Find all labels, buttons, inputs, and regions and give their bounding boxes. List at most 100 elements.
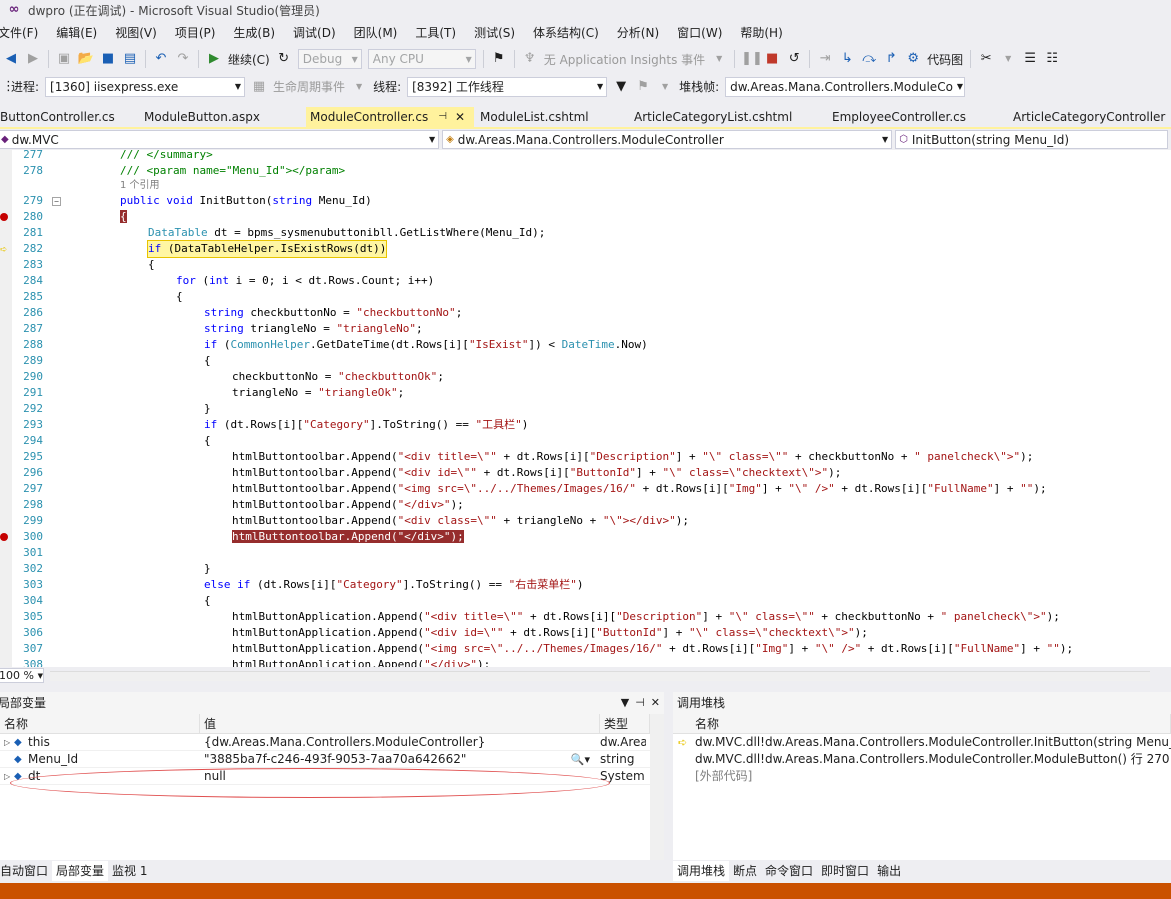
tab-locals[interactable]: 局部变量 (52, 861, 109, 881)
stack-frame-row[interactable]: ➪ dw.MVC.dll!dw.Areas.Mana.Controllers.Mo… (673, 734, 1171, 751)
tab-modulebutton[interactable]: ModuleButton.aspx (132, 107, 306, 127)
code-line: 280 { (0, 209, 1171, 225)
close-icon[interactable]: ✕ (651, 696, 660, 709)
solution-platform-select[interactable]: Any CPU ▼ (367, 49, 476, 69)
vertical-scrollbar[interactable] (650, 714, 664, 860)
navigation-bar: ◆ dw.MVC ▼ ◈ dw.Areas.Mana.Controllers.Mod… (0, 130, 1171, 150)
stack-frame-row[interactable]: dw.MVC.dll!dw.Areas.Mana.Controllers.Mod… (673, 751, 1171, 768)
flag-threads-icon[interactable]: ⚑ (634, 78, 652, 96)
undo-icon[interactable]: ↶ (152, 50, 170, 68)
tab-immediate-window[interactable]: 即时窗口 (817, 861, 873, 881)
code-map-button[interactable]: 代码图 (927, 51, 963, 68)
menu-architecture[interactable]: 体系结构(C) (524, 24, 608, 41)
menu-view[interactable]: 视图(V) (106, 24, 166, 41)
tab-autos[interactable]: 自动窗口 (0, 861, 52, 881)
navigate-forward-icon[interactable]: ▶ (24, 50, 42, 68)
navigate-back-icon[interactable]: ◀ (2, 50, 20, 68)
thread-select[interactable]: [8392] 工作线程 ▼ (407, 76, 608, 97)
table-row[interactable]: ◆ Menu_Id "3885ba7f-c246-493f-9053-7aa70a… (0, 751, 664, 768)
magnifier-icon[interactable]: 🔍▾ (571, 751, 590, 767)
process-select[interactable]: [1360] iisexpress.exe ▼ (45, 76, 246, 97)
code-text: DataTable dt = bpms_sysmenubuttonibll.Ge… (148, 226, 546, 239)
menu-debug[interactable]: 调试(D) (284, 24, 345, 41)
chevron-down-icon[interactable]: ▼ (710, 50, 728, 68)
close-icon[interactable]: ✕ (455, 107, 465, 127)
tab-watch-1[interactable]: 监视 1 (108, 861, 151, 881)
application-insights-icon[interactable]: ♆ (521, 50, 539, 68)
expand-icon[interactable]: ▷ (4, 734, 14, 750)
menu-build[interactable]: 生成(B) (224, 24, 284, 41)
column-header-type[interactable]: 类型 (600, 714, 650, 733)
type-select[interactable]: ◈ dw.Areas.Mana.Controllers.ModuleControl… (442, 130, 893, 149)
stack-frame-select[interactable]: dw.Areas.Mana.Controllers.ModuleCo ▼ (725, 76, 966, 97)
step-out-icon[interactable]: ↱ (882, 50, 900, 68)
continue-button[interactable]: 继续(C) (228, 51, 270, 68)
menu-project[interactable]: 项目(P) (166, 24, 225, 41)
stop-debugging-icon[interactable]: ■ (763, 50, 781, 68)
menu-test[interactable]: 测试(S) (465, 24, 524, 41)
browser-link-icon[interactable]: ⚑ (490, 50, 508, 68)
pin-icon[interactable]: ⊣ (635, 696, 645, 709)
pin-icon[interactable]: ⊣ (438, 107, 447, 127)
tab-modulecontroller[interactable]: ModuleController.cs ⊣ ✕ (306, 107, 474, 127)
tab-command-window[interactable]: 命令窗口 (761, 861, 817, 881)
comment-out-icon[interactable]: ☰ (1021, 50, 1039, 68)
menu-analyze[interactable]: 分析(N) (608, 24, 668, 41)
step-into-icon[interactable]: ↳ (838, 50, 856, 68)
uncomment-icon[interactable]: ☷ (1043, 50, 1061, 68)
code-editor[interactable]: 277 /// </summary> 278 /// <param name="Me… (0, 150, 1171, 667)
tab-call-stack[interactable]: 调用堆栈 (673, 861, 730, 881)
chevron-down-icon[interactable]: ▼ (999, 50, 1017, 68)
open-file-icon[interactable]: 📂 (77, 50, 95, 68)
panel-splitter[interactable] (665, 686, 673, 881)
lifecycle-events-button[interactable]: 生命周期事件 (273, 78, 345, 95)
tab-articlecategorycontroller[interactable]: ArticleCategoryController (1009, 107, 1169, 127)
tab-buttoncontroller[interactable]: ButtonController.cs (0, 107, 132, 127)
chevron-down-icon[interactable]: ▼ (350, 78, 368, 96)
solution-config-select[interactable]: Debug ▼ (297, 49, 362, 69)
filter-icon[interactable]: ▼ (612, 78, 630, 96)
breakpoint-toggle-icon[interactable]: ✂ (977, 50, 995, 68)
column-header-value[interactable]: 值 (200, 714, 600, 733)
tab-label: ModuleList.cshtml (480, 110, 589, 124)
table-row[interactable]: ▷ ◆ this {dw.Areas.Mana.Controllers.Module… (0, 734, 664, 751)
zoom-select[interactable]: 100 % ▼ (0, 668, 44, 683)
column-header-name[interactable]: 名称 (673, 714, 1171, 733)
chevron-down-icon[interactable]: ▼ (656, 78, 674, 96)
reference-count[interactable]: 1 个引用 (120, 178, 160, 194)
menu-file[interactable]: 文件(F) (0, 24, 47, 41)
menu-team[interactable]: 团队(M) (345, 24, 407, 41)
horizontal-scrollbar[interactable] (50, 670, 1150, 681)
stack-frame-row[interactable]: [外部代码] (673, 768, 1171, 785)
tab-breakpoints[interactable]: 断点 (729, 861, 761, 881)
pause-icon[interactable]: ❚❚ (741, 50, 763, 68)
project-select[interactable]: ◆ dw.MVC ▼ (0, 130, 440, 149)
tab-output[interactable]: 输出 (873, 861, 905, 881)
tab-articlecategorylist[interactable]: ArticleCategoryList.cshtml (630, 107, 828, 127)
visual-studio-logo-icon: ∞ (8, 2, 20, 17)
collapse-icon[interactable]: − (52, 197, 61, 206)
show-next-statement-icon[interactable]: ⇥ (816, 50, 834, 68)
restart-icon[interactable]: ↻ (275, 50, 293, 68)
step-over-icon[interactable]: ⤼ (860, 50, 878, 68)
redo-icon[interactable]: ↷ (174, 50, 192, 68)
menu-tools[interactable]: 工具(T) (406, 24, 465, 41)
menu-edit[interactable]: 编辑(E) (47, 24, 106, 41)
continue-icon[interactable]: ▶ (205, 50, 223, 68)
chevron-down-icon[interactable]: ▼ (621, 696, 629, 709)
new-project-icon[interactable]: ▣ (55, 50, 73, 68)
variable-value: {dw.Areas.Mana.Controllers.ModuleControl… (204, 735, 486, 749)
lifecycle-events-icon[interactable]: ▦ (250, 78, 268, 96)
save-all-icon[interactable]: ▤ (121, 50, 139, 68)
code-map-icon[interactable]: ⚙ (904, 50, 922, 68)
application-insights-button[interactable]: 无 Application Insights 事件 (544, 51, 705, 68)
menu-window[interactable]: 窗口(W) (668, 24, 731, 41)
restart-debugging-icon[interactable]: ↺ (785, 50, 803, 68)
tab-employeecontroller[interactable]: EmployeeController.cs (828, 107, 1009, 127)
menu-help[interactable]: 帮助(H) (731, 24, 791, 41)
member-select[interactable]: ⬡ InitButton(string Menu_Id) (895, 130, 1168, 149)
column-header-name[interactable]: 名称 (0, 714, 200, 733)
code-text: htmlButtontoolbar.Append("<div class=\""… (232, 514, 689, 527)
tab-modulelist[interactable]: ModuleList.cshtml (474, 107, 630, 127)
save-icon[interactable]: ■ (99, 50, 117, 68)
